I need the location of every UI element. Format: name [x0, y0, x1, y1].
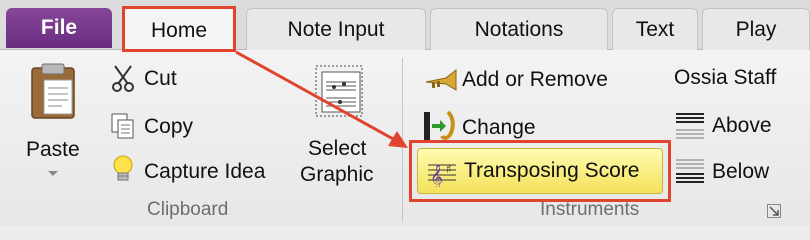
svg-text:♯: ♯	[446, 162, 452, 176]
transposing-score-highlight: 𝄞 ♯ Transposing Score	[409, 140, 671, 202]
transposing-score-icon: 𝄞 ♯	[428, 162, 456, 187]
transposing-score-label: Transposing Score	[464, 159, 640, 182]
svg-text:𝄞: 𝄞	[430, 164, 443, 187]
transposing-score-button[interactable]: 𝄞 ♯ Transposing Score	[417, 148, 663, 194]
tab-home[interactable]: Home	[122, 6, 236, 52]
